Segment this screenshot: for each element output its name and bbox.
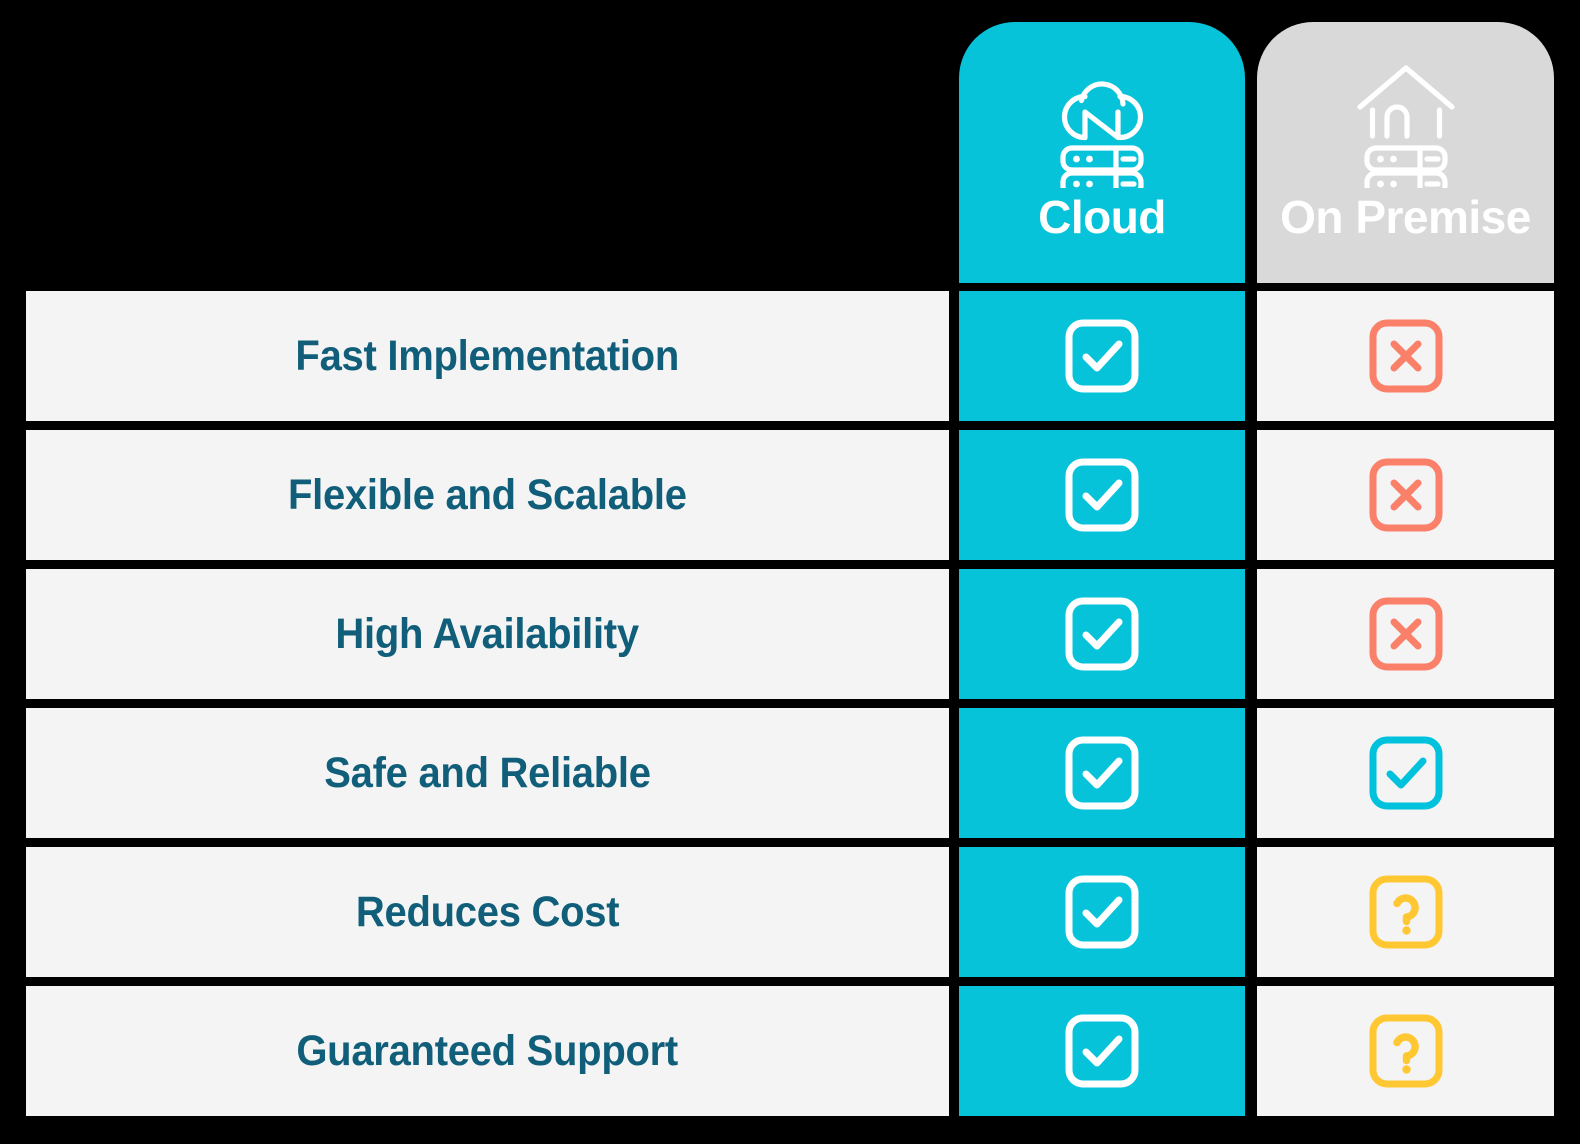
check-square-icon [1063, 456, 1141, 534]
check-square-icon [1063, 734, 1141, 812]
check-square-icon [1063, 1012, 1141, 1090]
cloud-status-cell [959, 847, 1245, 977]
check-square-icon [1063, 317, 1141, 395]
table-row: Reduces Cost [0, 847, 1580, 977]
onprem-status-cell [1257, 430, 1554, 560]
cloud-server-icon [1040, 60, 1164, 198]
feature-label: High Availability [335, 609, 640, 658]
cloud-status-cell [959, 708, 1245, 838]
feature-label: Guaranteed Support [296, 1026, 679, 1075]
feature-label-cell: Reduces Cost [26, 847, 949, 977]
feature-label-cell: High Availability [26, 569, 949, 699]
column-header-cloud-label: Cloud [1038, 191, 1166, 243]
cross-square-icon [1367, 595, 1445, 673]
check-square-icon [1063, 873, 1141, 951]
table-row: Guaranteed Support [0, 986, 1580, 1116]
comparison-rows: Fast Implementation Flexible and Scalabl… [0, 291, 1580, 1116]
cloud-status-cell [959, 430, 1245, 560]
table-row: Safe and Reliable [0, 708, 1580, 838]
feature-label: Safe and Reliable [324, 748, 651, 797]
onprem-status-cell [1257, 847, 1554, 977]
table-row: Flexible and Scalable [0, 430, 1580, 560]
onprem-status-cell [1257, 986, 1554, 1116]
question-square-icon [1367, 1012, 1445, 1090]
column-header-onprem: On Premise [1257, 22, 1554, 283]
cloud-status-cell [959, 569, 1245, 699]
feature-label: Reduces Cost [355, 887, 620, 936]
column-header-cloud: Cloud [959, 22, 1245, 283]
house-server-icon [1344, 60, 1468, 198]
feature-label: Fast Implementation [295, 331, 680, 380]
column-header-onprem-label: On Premise [1280, 191, 1531, 243]
cloud-status-cell [959, 291, 1245, 421]
question-square-icon [1367, 873, 1445, 951]
feature-label-cell: Safe and Reliable [26, 708, 949, 838]
onprem-status-cell [1257, 708, 1554, 838]
check-square-icon [1063, 595, 1141, 673]
table-row: High Availability [0, 569, 1580, 699]
cross-square-icon [1367, 317, 1445, 395]
onprem-status-cell [1257, 291, 1554, 421]
comparison-table: Cloud On Premise Fast Implementation Fle… [0, 0, 1580, 1144]
feature-label-cell: Flexible and Scalable [26, 430, 949, 560]
table-row: Fast Implementation [0, 291, 1580, 421]
feature-label: Flexible and Scalable [288, 470, 687, 519]
cross-square-icon [1367, 456, 1445, 534]
check-square-icon [1367, 734, 1445, 812]
cloud-status-cell [959, 986, 1245, 1116]
feature-label-cell: Fast Implementation [26, 291, 949, 421]
feature-label-cell: Guaranteed Support [26, 986, 949, 1116]
onprem-status-cell [1257, 569, 1554, 699]
